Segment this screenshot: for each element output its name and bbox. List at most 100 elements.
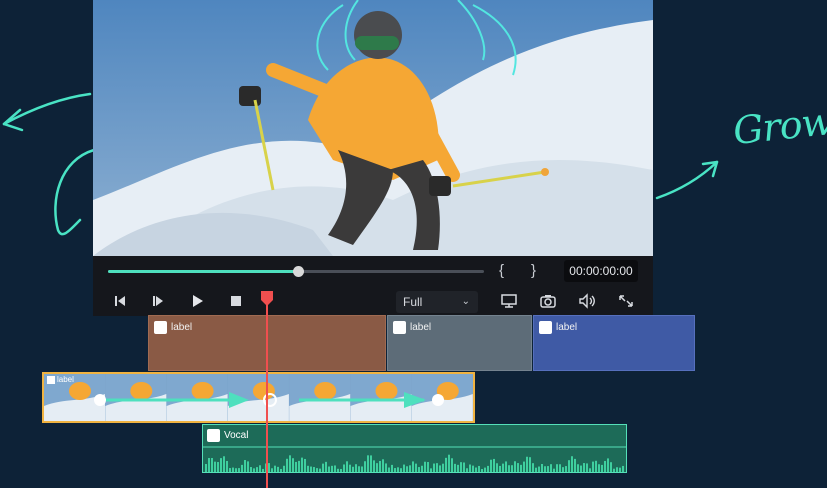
step-back-icon[interactable]: [111, 293, 129, 309]
waveform-bar: [403, 464, 405, 472]
monitor-icon[interactable]: [500, 293, 518, 309]
waveform-bar: [517, 463, 519, 472]
waveform-bar: [286, 458, 288, 472]
progress-handle[interactable]: [293, 266, 305, 277]
stop-icon[interactable]: [227, 293, 245, 309]
waveform-bar: [490, 459, 492, 472]
timeline-clip-3[interactable]: label: [533, 315, 695, 371]
waveform-bar: [283, 465, 285, 472]
waveform-bar: [505, 461, 507, 472]
waveform-bar: [622, 465, 624, 472]
waveform-bar: [538, 466, 540, 472]
waveform-bar: [292, 458, 294, 472]
waveform-bar: [586, 463, 588, 472]
speaker-icon[interactable]: [578, 293, 596, 309]
video-preview[interactable]: [93, 0, 653, 256]
waveform-bar: [205, 464, 207, 472]
waveform-bar: [280, 468, 282, 472]
waveform-bar: [304, 458, 306, 472]
camera-icon[interactable]: [539, 293, 557, 309]
waveform-bar: [496, 463, 498, 472]
waveform-bar: [484, 467, 486, 472]
clip-label: label: [410, 322, 432, 333]
waveform-bar: [526, 456, 528, 472]
waveform-bar: [244, 460, 246, 472]
waveform-bar: [571, 456, 573, 472]
waveform-bar: [565, 466, 567, 472]
editor-canvas: Grow {} 00:00:00:00 Full ⌄ label label …: [0, 0, 827, 488]
video-track-clip[interactable]: label: [42, 372, 475, 423]
waveform-bar: [295, 461, 297, 472]
player-controls: { } 00:00:00:00 Full ⌄: [93, 256, 653, 316]
waveform-bar: [412, 461, 414, 472]
waveform-bar: [343, 464, 345, 472]
timeline-clip-2[interactable]: label: [387, 315, 532, 371]
mark-in-button[interactable]: {: [499, 262, 504, 279]
waveform-bar: [400, 468, 402, 472]
waveform-bar: [493, 458, 495, 472]
waveform-bar: [331, 465, 333, 472]
progress-bar[interactable]: [108, 266, 484, 277]
waveform-bar: [229, 468, 231, 472]
waveform-bar: [328, 466, 330, 472]
waveform-bar: [475, 467, 477, 472]
waveform-bar: [259, 465, 261, 472]
waveform-bar: [238, 468, 240, 472]
waveform-bar: [241, 464, 243, 472]
waveform-bar: [421, 465, 423, 472]
waveform-bar: [211, 458, 213, 472]
left-arrow-doodle: [2, 92, 95, 236]
waveform-bar: [436, 463, 438, 472]
waveform-bar: [580, 465, 582, 472]
step-forward-icon[interactable]: [149, 293, 167, 309]
expand-icon[interactable]: [617, 293, 635, 309]
waveform-bar: [535, 467, 537, 472]
waveform-bar: [349, 464, 351, 472]
waveform-bar: [583, 463, 585, 472]
playhead-handle[interactable]: [259, 289, 275, 307]
waveform-bar: [340, 468, 342, 472]
video-clip-label: label: [57, 375, 74, 384]
waveform-bar: [214, 461, 216, 472]
waveform-bar: [556, 464, 558, 472]
waveform-bar: [451, 458, 453, 472]
waveform-bar: [352, 466, 354, 472]
waveform-bar: [520, 464, 522, 472]
video-thumbnails: [44, 374, 473, 421]
waveform-bar: [268, 463, 270, 472]
waveform-bar: [367, 455, 369, 472]
waveform-bar: [310, 466, 312, 472]
waveform-bar: [562, 467, 564, 472]
waveform-bar: [511, 465, 513, 472]
waveform-bar: [388, 467, 390, 472]
zoom-select-value: Full: [403, 295, 423, 309]
skier-shape: [69, 382, 91, 400]
skier-shape: [375, 382, 398, 400]
waveform-bar: [607, 458, 609, 472]
waveform-bar: [499, 465, 501, 472]
waveform-bar: [481, 468, 483, 472]
waveform-bar: [466, 468, 468, 472]
waveform-bar: [514, 461, 516, 472]
waveform-bar: [613, 468, 615, 472]
waveform-bar: [274, 465, 276, 472]
waveform-bar: [373, 460, 375, 472]
skier-shape: [130, 382, 153, 400]
progress-fill: [108, 270, 299, 273]
play-icon[interactable]: [188, 293, 206, 309]
waveform-bar: [256, 467, 258, 472]
waveform-bar: [271, 468, 273, 472]
waveform-bar: [406, 466, 408, 472]
waveform-bar: [541, 463, 543, 472]
zoom-select[interactable]: Full ⌄: [396, 291, 478, 313]
mark-out-button[interactable]: }: [531, 262, 536, 279]
waveform-bar: [550, 464, 552, 472]
waveform-bar: [337, 468, 339, 472]
waveform-bar: [334, 465, 336, 472]
waveform-bar: [250, 467, 252, 472]
waveform-bar: [316, 468, 318, 472]
waveform-bar: [217, 462, 219, 472]
waveform-bar: [610, 462, 612, 472]
waveform-bar: [301, 457, 303, 472]
waveform-bar: [574, 458, 576, 472]
